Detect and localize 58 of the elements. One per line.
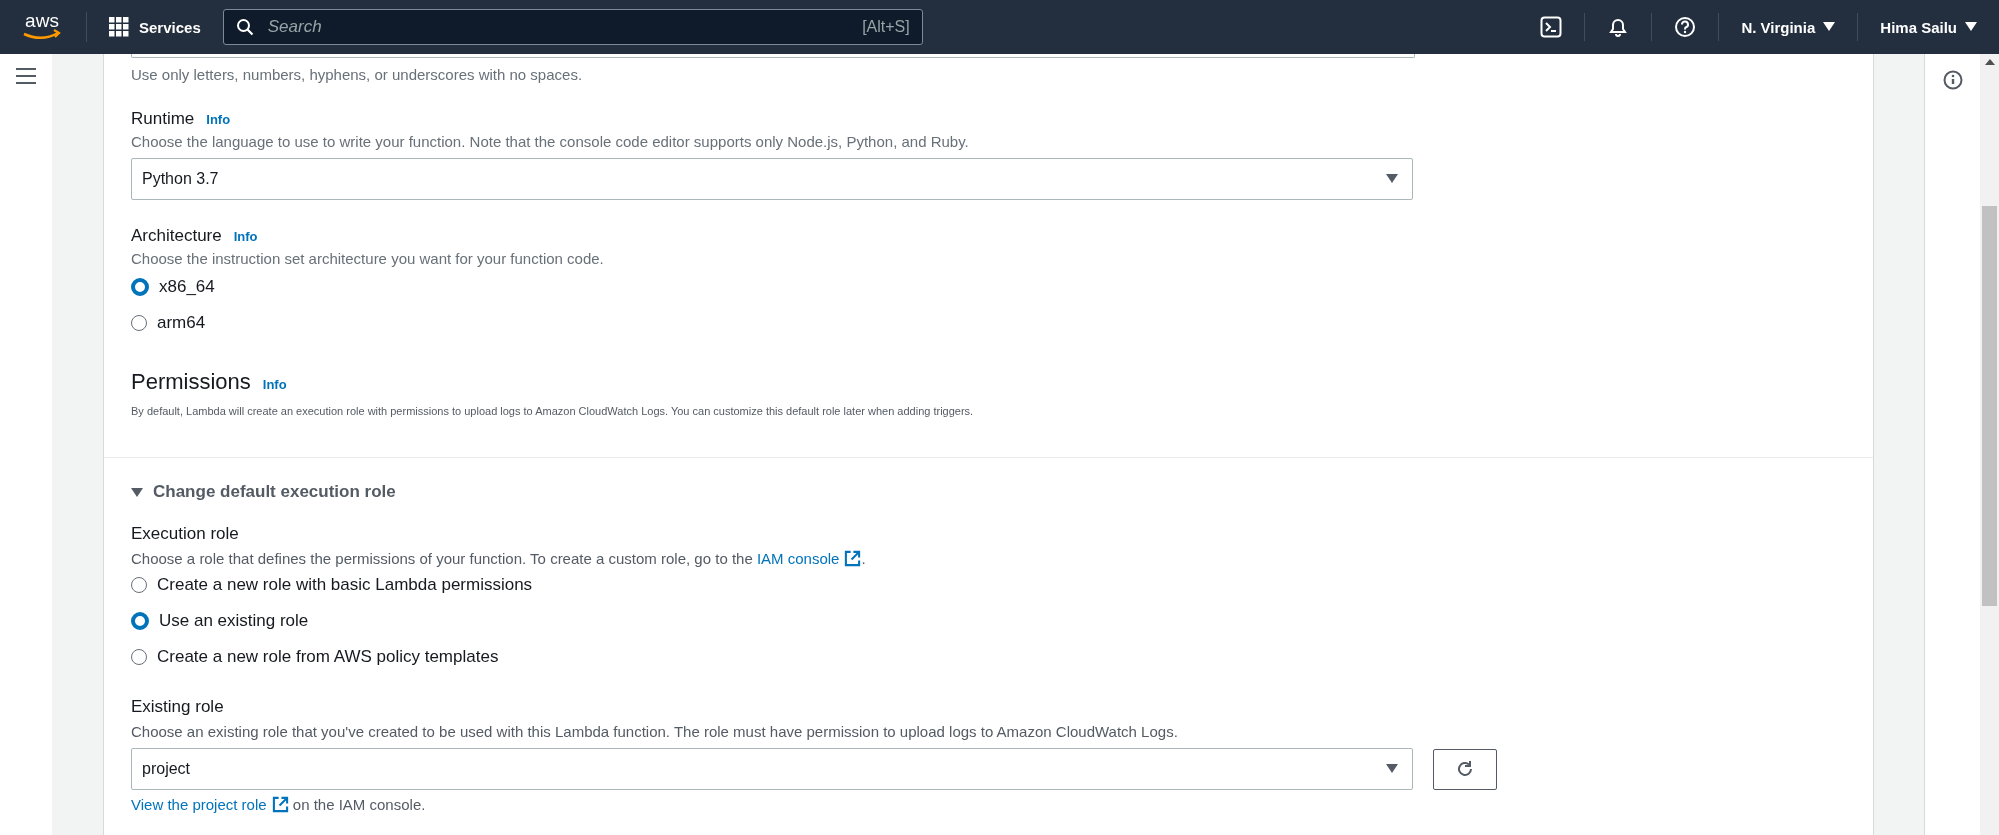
external-link-icon — [844, 550, 862, 567]
radio-option[interactable]: Create a new role from AWS policy templates — [131, 647, 1845, 667]
search-input[interactable]: Search — [265, 16, 851, 38]
radio-button[interactable] — [131, 649, 147, 665]
search-field[interactable]: Search [Alt+S] — [222, 9, 923, 45]
radio-label: Create a new role from AWS policy templates — [157, 647, 499, 667]
caret-icon — [1823, 22, 1836, 32]
field-hint: Choose an existing role that you've created to be used with this Lambda function. The role must have permission to upload logs to Amazon CloudWatch Logs. — [131, 723, 1179, 740]
radio-button[interactable] — [131, 315, 147, 331]
radio-button[interactable] — [131, 612, 149, 630]
radio-label: arm64 — [157, 313, 206, 333]
radio-option[interactable]: Create a new role with basic Lambda permissions — [131, 575, 1845, 595]
external-link-icon — [271, 796, 289, 813]
info-link[interactable]: Info — [262, 377, 287, 392]
field-label: Architecture — [131, 226, 222, 246]
role-select[interactable]: project — [131, 748, 1413, 790]
radio-button[interactable] — [131, 278, 149, 296]
caret-icon — [1965, 22, 1977, 32]
logo[interactable]: aws — [20, 10, 64, 44]
refresh-icon — [1455, 759, 1475, 779]
menu-icon[interactable] — [16, 68, 36, 84]
view-role-link[interactable]: View the project role — [131, 796, 289, 813]
info-link[interactable]: Info — [233, 229, 258, 244]
field-hint: Choose the instruction set architecture you want for your function code. — [131, 250, 605, 267]
radio-label: Use an existing role — [159, 611, 309, 631]
caret-icon — [131, 486, 143, 498]
radio-button[interactable] — [131, 577, 147, 593]
radio-label: Create a new role with basic Lambda permissions — [157, 575, 533, 595]
account-menu[interactable]: Hima Sailu — [1858, 13, 1999, 41]
refresh-button[interactable] — [1433, 748, 1497, 790]
expander-toggle[interactable]: Change default execution role — [131, 482, 396, 502]
radio-option[interactable]: x86_64 — [131, 277, 1845, 297]
scrollbar-thumb[interactable] — [1982, 206, 1997, 606]
field-label: Existing role — [131, 697, 224, 717]
field-hint: Choose the language to use to write your function. Note that the console code editor supports only Node.js, Python, and Ruby. — [131, 133, 970, 150]
field-label: Runtime — [131, 109, 195, 129]
field-hint: Use only letters, numbers, hyphens, or underscores with no spaces. — [131, 66, 584, 83]
field-label: Execution role — [131, 524, 239, 544]
services-button[interactable]: Services — [109, 17, 201, 37]
text-field[interactable] — [131, 54, 1415, 58]
field-hint: Choose a role that defines the permissions of your function. To create a custom role, go to the IAM console . — [131, 550, 867, 567]
grid-icon — [109, 17, 129, 37]
radio-option[interactable]: Use an existing role — [131, 611, 1845, 631]
dropdown-caret-icon — [1386, 764, 1398, 774]
info-link[interactable]: Info — [206, 112, 231, 127]
radio-label: x86_64 — [159, 277, 215, 297]
role-link-text: View the project role on the IAM console. — [131, 796, 427, 813]
section-description: By default, Lambda will create an execution role with permissions to upload logs to Amazon CloudWatch Logs. You can customize this default role later when adding triggers. — [131, 405, 975, 417]
runtime-select[interactable]: Python 3.7 — [131, 158, 1413, 200]
section-title: Permissions — [131, 369, 251, 395]
scroll-up-icon[interactable] — [1984, 58, 1995, 66]
iam-console-link[interactable]: IAM console — [756, 550, 862, 567]
info-icon[interactable] — [1942, 70, 1963, 90]
shortcut-hint: [Alt+S] — [862, 18, 910, 36]
search-icon — [235, 18, 254, 36]
radio-option[interactable]: arm64 — [131, 313, 1845, 333]
region-menu[interactable]: N. Virginia — [1719, 13, 1859, 41]
dropdown-caret-icon — [1386, 174, 1398, 184]
